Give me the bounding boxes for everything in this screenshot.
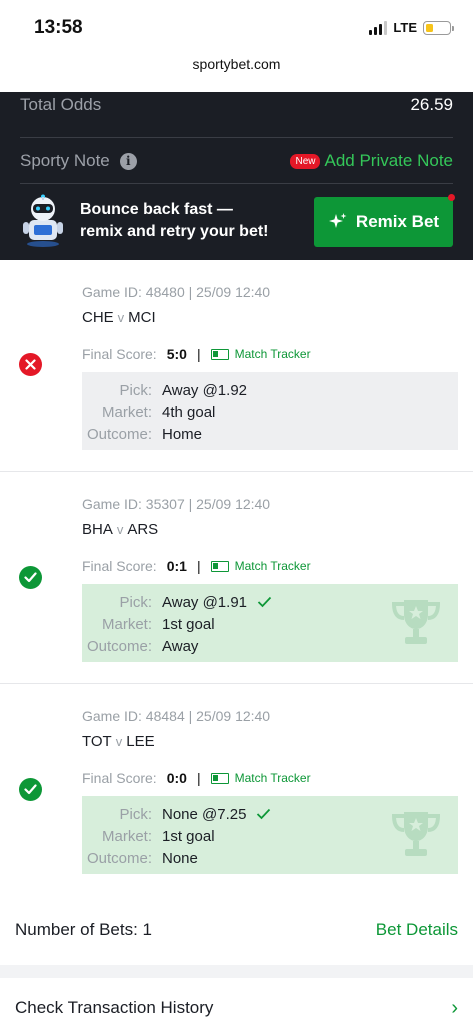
score-separator: | (196, 346, 201, 362)
final-score-label: Final Score: (82, 346, 157, 362)
total-odds-value: 26.59 (410, 95, 453, 114)
trophy-icon (391, 600, 441, 644)
lost-x-icon (19, 353, 42, 376)
signal-icon (369, 20, 388, 35)
info-icon[interactable]: i (119, 152, 137, 170)
url-bar[interactable]: sportybet.com (0, 56, 473, 92)
won-check-icon (19, 778, 42, 801)
sparkle-icon (328, 213, 347, 228)
outcome-value: Home (162, 425, 203, 443)
add-private-note-button[interactable]: New Add Private Note (290, 151, 453, 171)
status-time: 13:58 (34, 17, 83, 38)
total-odds-label: Total Odds (20, 95, 102, 114)
status-indicators: LTE (369, 20, 454, 35)
network-label: LTE (393, 20, 417, 35)
final-score-value: 0:0 (166, 770, 187, 786)
url-text: sportybet.com (192, 56, 281, 72)
pick-details: Pick: None @7.25 Market: 1st goal Outcome: No… (82, 796, 458, 874)
market-row: Market: 4th goal (82, 401, 458, 423)
match-tracker-icon[interactable] (210, 560, 229, 572)
final-score-value: 5:0 (166, 346, 187, 362)
final-score-label: Final Score: (82, 558, 157, 574)
game-card: Game ID: 48484 | 25/09 12:40 TOT v LEE Final… (0, 684, 473, 896)
market-value: 1st goal (162, 615, 215, 633)
add-private-note-label: Add Private Note (324, 151, 453, 170)
match-tracker-link[interactable]: Match Tracker (235, 559, 311, 573)
game-meta: Game ID: 35307 | 25/09 12:40 (82, 496, 271, 512)
pick-value: None @7.25 (162, 805, 247, 823)
market-label: Market: (101, 403, 152, 421)
pick-label: Pick: (119, 593, 152, 611)
versus-label: v (116, 522, 124, 537)
new-badge: New (290, 153, 321, 169)
match-teams: CHE v MCI (82, 309, 156, 326)
trophy-icon (391, 812, 441, 856)
won-check-icon (19, 566, 42, 589)
outcome-label: Outcome: (86, 637, 152, 655)
remix-bet-label: Remix Bet (355, 212, 440, 231)
versus-label: v (115, 734, 123, 749)
robot-mascot-icon (23, 194, 63, 247)
remix-banner: Bounce back fast — remix and retry your … (20, 192, 455, 250)
match-tracker-icon[interactable] (210, 772, 229, 784)
outcome-value: Away (162, 637, 199, 655)
pick-details: Pick: Away @1.91 Market: 1st goal Outcome: Aw… (82, 584, 458, 662)
away-team: MCI (128, 309, 156, 326)
bet-details-link[interactable]: Bet Details (376, 920, 458, 940)
market-label: Market: (101, 827, 152, 845)
game-card: Game ID: 35307 | 25/09 12:40 BHA v ARS Final… (0, 472, 473, 684)
market-label: Market: (101, 615, 152, 633)
final-score-row: Final Score: 0:1 | Match Tracker (82, 558, 311, 574)
pick-label: Pick: (119, 805, 152, 823)
pick-check-icon (257, 808, 271, 820)
versus-label: v (117, 310, 125, 325)
pick-label: Pick: (119, 381, 152, 399)
score-separator: | (196, 770, 201, 786)
status-bar: 13:58 LTE (0, 0, 473, 56)
match-tracker-link[interactable]: Match Tracker (235, 771, 311, 785)
market-value: 4th goal (162, 403, 216, 421)
bets-summary-row: Number of Bets: 1 Bet Details (0, 895, 473, 965)
outcome-label: Outcome: (86, 425, 152, 443)
pick-row: Pick: Away @1.92 (82, 379, 458, 401)
score-separator: | (196, 558, 201, 574)
game-meta: Game ID: 48480 | 25/09 12:40 (82, 284, 271, 300)
outcome-value: None (162, 849, 198, 867)
pick-details: Pick: Away @1.92 Market: 4th goal Outcome: Ho… (82, 372, 458, 450)
match-teams: BHA v ARS (82, 521, 158, 538)
match-tracker-link[interactable]: Match Tracker (235, 347, 311, 361)
home-team: TOT (82, 733, 112, 750)
sporty-note-row: Sporty Note i New Add Private Note (20, 139, 453, 184)
final-score-value: 0:1 (166, 558, 187, 574)
chevron-right-icon: › (451, 996, 458, 1019)
pick-check-icon (257, 596, 272, 608)
pick-value: Away @1.92 (162, 381, 247, 399)
away-team: ARS (127, 521, 159, 538)
final-score-label: Final Score: (82, 770, 157, 786)
notification-dot (448, 194, 455, 201)
outcome-label: Outcome: (86, 849, 152, 867)
away-team: LEE (126, 733, 155, 750)
check-transaction-history-row[interactable]: Check Transaction History › (0, 978, 473, 1024)
sporty-note-label-group: Sporty Note i (20, 151, 137, 171)
pick-value: Away @1.91 (162, 593, 247, 611)
final-score-row: Final Score: 0:0 | Match Tracker (82, 770, 311, 786)
market-value: 1st goal (162, 827, 215, 845)
sporty-note-label: Sporty Note (20, 151, 110, 170)
home-team: CHE (82, 309, 114, 326)
total-odds-row: Total Odds 26.59 (20, 92, 453, 138)
outcome-row: Outcome: Home (82, 423, 458, 445)
number-of-bets: Number of Bets: 1 (15, 920, 153, 939)
match-teams: TOT v LEE (82, 733, 155, 750)
remix-bet-button[interactable]: Remix Bet (314, 194, 455, 247)
check-transaction-history-label: Check Transaction History (15, 998, 214, 1017)
bet-summary-panel: Total Odds 26.59 Sporty Note i New Add P… (0, 92, 473, 260)
final-score-row: Final Score: 5:0 | Match Tracker (82, 346, 311, 362)
home-team: BHA (82, 521, 113, 538)
game-card: Game ID: 48480 | 25/09 12:40 CHE v MCI Final… (0, 260, 473, 472)
battery-icon (423, 20, 454, 35)
match-tracker-icon[interactable] (210, 348, 229, 360)
game-meta: Game ID: 48484 | 25/09 12:40 (82, 708, 271, 724)
